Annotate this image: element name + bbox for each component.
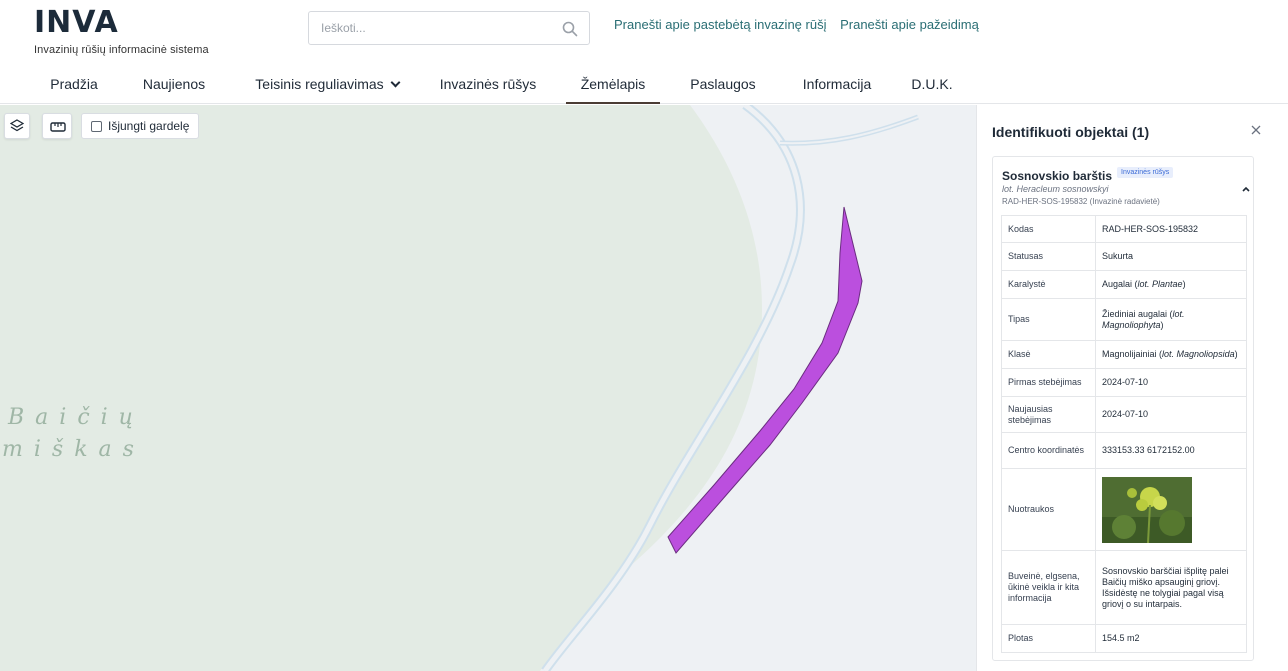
- attributes-table: Kodas RAD-HER-SOS-195832 Statusas Sukurt…: [1001, 215, 1247, 653]
- nav-item-information[interactable]: Informacija: [790, 70, 884, 104]
- layers-icon: [9, 119, 25, 138]
- attr-key: Nuotraukos: [1001, 468, 1096, 551]
- place-label-line2: miškas: [2, 437, 145, 462]
- nav-label: Žemėlapis: [580, 76, 646, 92]
- attr-key: Statusas: [1001, 242, 1096, 271]
- ditch-branch: [779, 114, 919, 146]
- chevron-down-icon: [390, 77, 401, 88]
- place-label-line1: Baičių: [8, 405, 144, 430]
- report-violation-link[interactable]: Pranešti apie pažeidimą: [840, 17, 979, 32]
- layers-button[interactable]: [4, 113, 30, 139]
- grid-toggle[interactable]: Išjungti gardelę: [81, 113, 199, 139]
- attr-key: Plotas: [1001, 624, 1096, 653]
- close-icon[interactable]: [1249, 123, 1263, 137]
- nav-label: Informacija: [802, 76, 872, 92]
- attr-key: Kodas: [1001, 215, 1096, 243]
- logo-mark: INVA: [34, 5, 119, 40]
- attr-key: Karalystė: [1001, 270, 1096, 299]
- object-card: Sosnovskio barštis Invazinės rūšys lot. …: [992, 156, 1254, 661]
- table-row: Klasė Magnolijainiai (lot. Magnoliopsida…: [1001, 340, 1247, 369]
- grid-toggle-label: Išjungti gardelę: [108, 119, 190, 133]
- nav-item-legal-regulation[interactable]: Teisinis reguliavimas: [244, 70, 410, 104]
- search-icon[interactable]: [561, 20, 579, 38]
- ruler-icon: [50, 120, 66, 138]
- nav-label: Pradžia: [50, 76, 98, 92]
- top-links: Pranešti apie pastebėtą invazinę rūšį Pr…: [614, 17, 989, 32]
- panel-title: Identifikuoti objektai (1): [992, 124, 1150, 140]
- latin-name-fragment: lot. Magnoliopsida: [1162, 349, 1235, 359]
- attr-value: Augalai (lot. Plantae): [1095, 270, 1247, 299]
- logo[interactable]: INVA Invazinių rūšių informacinė sistema: [34, 5, 209, 57]
- nav-item-map[interactable]: Žemėlapis: [566, 70, 660, 104]
- site-header: INVA Invazinių rūšių informacinė sistema…: [0, 0, 1288, 104]
- chevron-up-icon[interactable]: [1241, 181, 1251, 192]
- logo-subtitle: Invazinių rūšių informacinė sistema: [34, 44, 209, 56]
- attr-key: Tipas: [1001, 298, 1096, 341]
- measure-button[interactable]: [42, 113, 72, 139]
- nav-item-services[interactable]: Paslaugos: [680, 70, 766, 104]
- map-layers: [0, 105, 919, 671]
- table-row: Nuotraukos: [1001, 468, 1247, 551]
- map-canvas[interactable]: Baičių miškas Išjungti gardelę: [0, 105, 976, 671]
- identified-objects-panel: Identifikuoti objektai (1) Sosnovskio ba…: [976, 105, 1288, 671]
- table-row: Naujausias stebėjimas 2024-07-10: [1001, 396, 1247, 433]
- report-species-link[interactable]: Pranešti apie pastebėtą invazinę rūšį: [614, 17, 826, 32]
- search-input[interactable]: [309, 12, 549, 44]
- nav-item-home[interactable]: Pradžia: [38, 70, 110, 104]
- search-box: [308, 11, 590, 45]
- nav-item-news[interactable]: Naujienos: [131, 70, 217, 104]
- species-photo[interactable]: [1102, 476, 1192, 543]
- table-row: Pirmas stebėjimas 2024-07-10: [1001, 368, 1247, 397]
- attr-photo-cell: [1095, 468, 1247, 551]
- nav-label: Naujienos: [142, 76, 206, 92]
- attr-value: 2024-07-10: [1095, 396, 1247, 433]
- main-nav: Pradžia Naujienos Teisinis reguliavimas …: [0, 70, 1288, 104]
- table-row: Statusas Sukurta: [1001, 242, 1247, 271]
- nav-item-faq[interactable]: D.U.K.: [906, 70, 958, 104]
- table-row: Tipas Žiediniai augalai (lot. Magnolioph…: [1001, 298, 1247, 341]
- attr-key: Pirmas stebėjimas: [1001, 368, 1096, 397]
- nav-label: Teisinis reguliavimas: [255, 76, 384, 92]
- category-badge: Invazinės rūšys: [1117, 167, 1174, 178]
- object-code: RAD-HER-SOS-195832 (Invazinė radavietė): [1002, 197, 1160, 206]
- nav-label: Paslaugos: [690, 76, 756, 92]
- object-name: Sosnovskio barštis: [1002, 169, 1113, 183]
- latin-name-fragment: lot. Plantae: [1137, 279, 1183, 289]
- latin-name-fragment: lot. Magnoliophyta: [1102, 308, 1185, 330]
- object-latin-name: lot. Heracleum sosnowskyi: [1002, 184, 1109, 194]
- table-row: Kodas RAD-HER-SOS-195832: [1001, 215, 1247, 243]
- attr-value: Sukurta: [1095, 242, 1247, 271]
- nav-label: D.U.K.: [911, 76, 953, 92]
- attr-value: 333153.33 6172152.00: [1095, 432, 1247, 469]
- table-row: Buveinė, elgsena, ūkinė veikla ir kita i…: [1001, 550, 1247, 625]
- attr-value: RAD-HER-SOS-195832: [1095, 215, 1247, 243]
- attr-key: Centro koordinatės: [1001, 432, 1096, 469]
- attr-key: Klasė: [1001, 340, 1096, 369]
- forest-area: [0, 105, 763, 671]
- attr-value: Žiediniai augalai (lot. Magnoliophyta): [1095, 298, 1247, 341]
- table-row: Plotas 154.5 m2: [1001, 624, 1247, 653]
- table-row: Centro koordinatės 333153.33 6172152.00: [1001, 432, 1247, 469]
- table-row: Karalystė Augalai (lot. Plantae): [1001, 270, 1247, 299]
- attr-value: Sosnovskio barščiai išplitę palei Baičių…: [1095, 550, 1247, 625]
- grid-checkbox[interactable]: [91, 120, 102, 132]
- attr-value: 154.5 m2: [1095, 624, 1247, 653]
- attr-value: Magnolijainiai (lot. Magnoliopsida): [1095, 340, 1247, 369]
- nav-label: Invazinės rūšys: [439, 76, 537, 92]
- attr-key: Buveinė, elgsena, ūkinė veikla ir kita i…: [1001, 550, 1096, 625]
- attr-value: 2024-07-10: [1095, 368, 1247, 397]
- nav-item-invasive-species[interactable]: Invazinės rūšys: [428, 70, 548, 104]
- attr-key: Naujausias stebėjimas: [1001, 396, 1096, 433]
